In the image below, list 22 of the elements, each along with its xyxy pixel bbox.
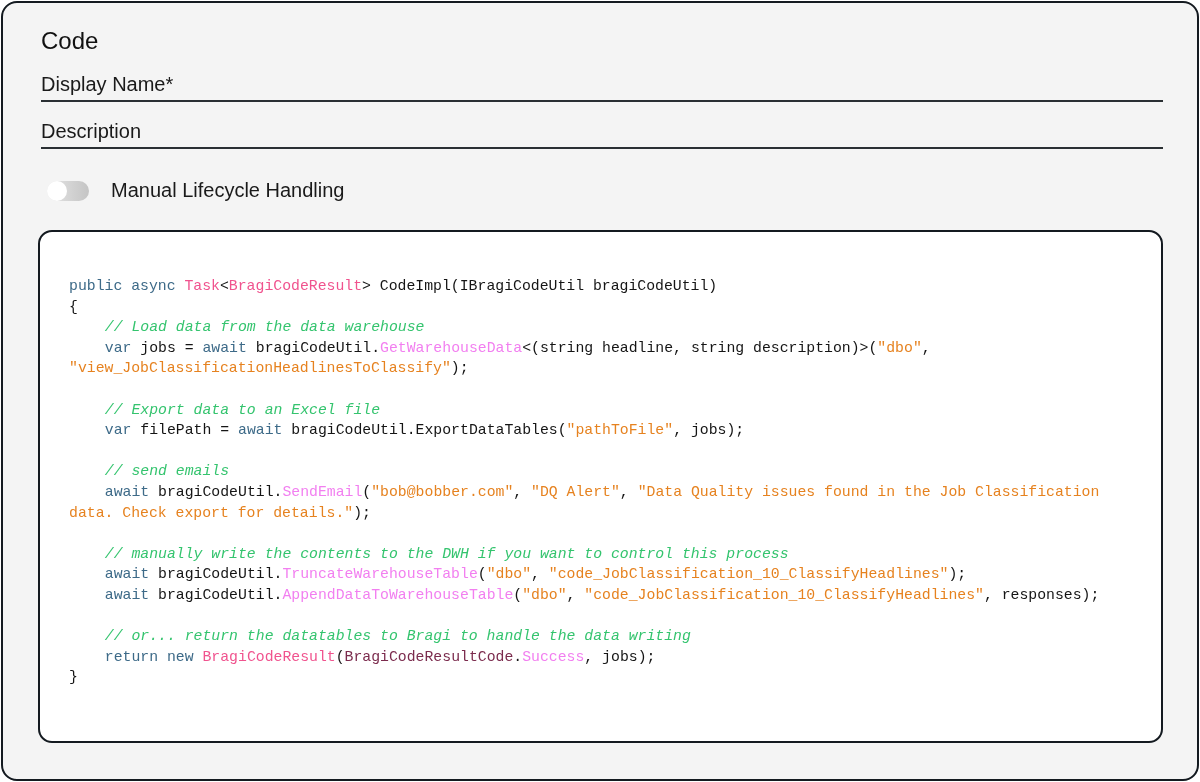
text-field[interactable]: Display Name*: [41, 67, 1163, 102]
text-field[interactable]: Description: [41, 114, 1163, 149]
toggle-switch[interactable]: [47, 180, 89, 201]
code-line: var filePath = await bragiCodeUtil.ExportDataTables("pathToFile", jobs);: [104, 421, 745, 441]
code-line: data. Check export for details.");: [69, 503, 371, 523]
code-line: // Export data to an Excel file: [104, 400, 381, 420]
code-line: // manually write the contents to the DWH if you want to control this process: [104, 544, 789, 564]
code-line: // Load data from the data warehouse: [104, 318, 425, 338]
code-line: public async Task<BragiCodeResult> CodeImpl(IBragiCodeUtil bragiCodeUtil): [69, 277, 718, 296]
code-line: return new BragiCodeResult(BragiCodeResultCode.Success, jobs);: [104, 647, 656, 667]
code-editor[interactable]: [38, 230, 1163, 743]
code-line: await bragiCodeUtil.TruncateWarehouseTable("dbo", "code_JobClassification_10_ClassifyHeadlines");: [104, 565, 967, 585]
code-line: "view_JobClassificationHeadlinesToClassify");: [69, 359, 469, 379]
toggle-label: Manual Lifecycle Handling: [111, 179, 345, 202]
form-title: Code: [41, 26, 99, 56]
code-line: await bragiCodeUtil.SendEmail("bob@bobber.com", "DQ Alert", "Data Quality issues found in the Job Classification: [104, 482, 1100, 502]
code-line: var jobs = await bragiCodeUtil.GetWarehouseData<(string headline, string description)>("dbo",: [104, 338, 931, 358]
code-line: // or... return the datatables to Bragi to handle the data writing: [104, 627, 691, 647]
code-line: await bragiCodeUtil.AppendDataToWarehouseTable("dbo", "code_JobClassification_10_ClassifyHeadlines", responses);: [104, 585, 1100, 605]
code-line: // send emails: [104, 462, 230, 482]
code-line: }: [69, 668, 78, 688]
code-line: {: [69, 297, 78, 317]
